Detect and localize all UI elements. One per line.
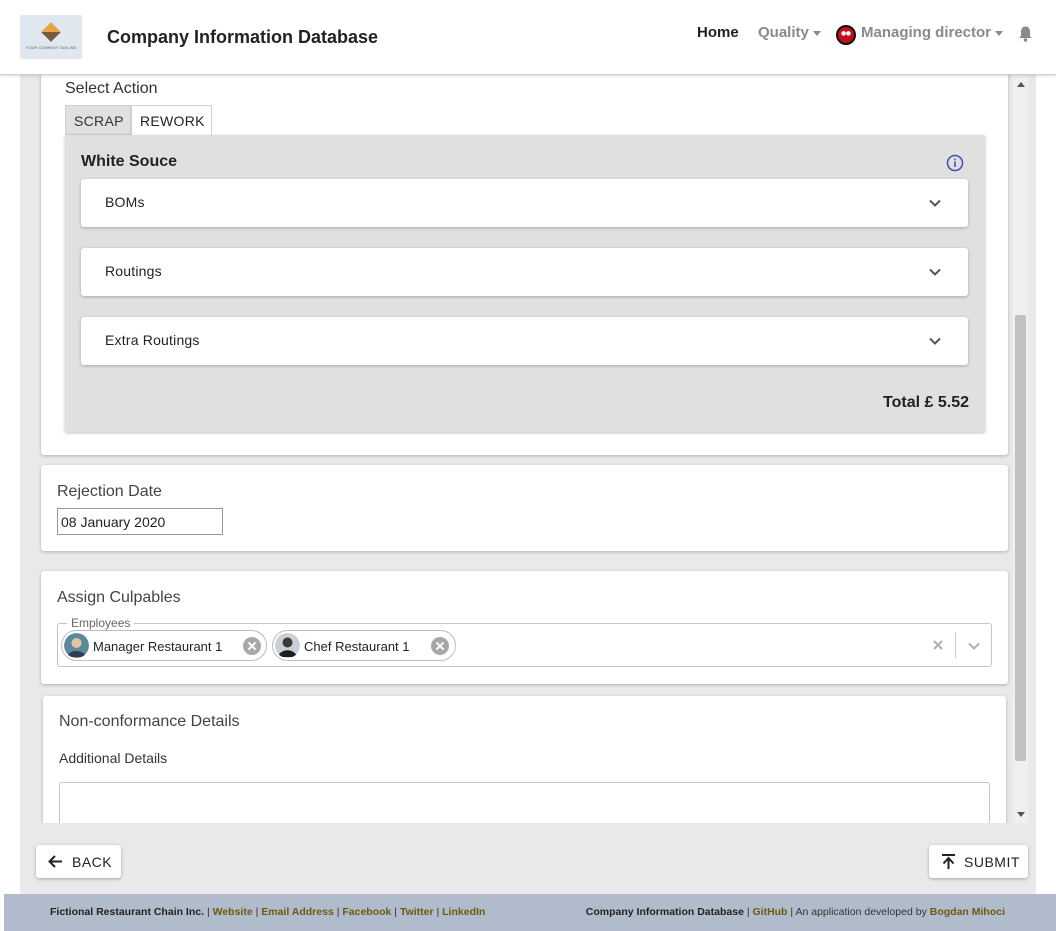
recipe-panel: White Souce BOMs Routings Extra Routings [65, 135, 985, 432]
additional-details-textarea[interactable] [59, 782, 990, 823]
scroll-area[interactable]: Select Action SCRAP REWORK White Souce B… [20, 75, 1013, 823]
footer-link-facebook[interactable]: Facebook [342, 906, 391, 918]
accordion-label: Routings [105, 263, 162, 279]
logo-text: YOUR COMPANY TAGLINE [25, 44, 77, 50]
bell-icon[interactable] [1018, 25, 1033, 42]
footer-link-email[interactable]: Email Address [261, 906, 334, 918]
accordion-routings[interactable]: Routings [81, 248, 968, 296]
footer: Fictional Restaurant Chain Inc. | Websit… [4, 894, 1056, 931]
back-button-label: BACK [72, 854, 113, 870]
assign-culpables-label: Assign Culpables [57, 589, 181, 606]
total-cost: Total £ 5.52 [883, 394, 969, 411]
info-icon[interactable] [946, 154, 964, 172]
footer-developed-by: An application developed by [795, 906, 927, 918]
footer-link-author[interactable]: Bogdan Mihoci [930, 906, 1005, 918]
submit-button-label: SUBMIT [964, 854, 1020, 870]
footer-left: Fictional Restaurant Chain Inc. | Websit… [50, 906, 486, 918]
company-logo[interactable]: YOUR COMPANY TAGLINE [20, 15, 82, 59]
nav-user-label: Managing director [861, 24, 992, 41]
clear-all-icon[interactable] [931, 638, 945, 652]
scroll-down-arrow-icon[interactable] [1017, 812, 1025, 817]
caret-down-icon [812, 30, 821, 36]
rejection-date-label: Rejection Date [57, 483, 162, 500]
submit-button[interactable]: SUBMIT [929, 845, 1028, 878]
footer-link-linkedin[interactable]: LinkedIn [442, 906, 485, 918]
caret-down-icon [995, 30, 1004, 36]
recipe-title: White Souce [81, 153, 178, 170]
app-title: Company Information Database [107, 27, 379, 47]
footer-link-website[interactable]: Website [213, 906, 253, 918]
accordion-extra-routings[interactable]: Extra Routings [81, 317, 968, 365]
assign-culpables-card: Assign Culpables Employees Manager Resta… [41, 571, 1008, 684]
left-edge [0, 75, 4, 931]
nonconformance-card: Non-conformance Details Additional Detai… [43, 696, 1006, 823]
tab-rework[interactable]: REWORK [131, 105, 212, 135]
footer-right: Company Information Database | GitHub | … [585, 906, 1005, 918]
footer-link-twitter[interactable]: Twitter [400, 906, 434, 918]
scrollbar-thumb[interactable] [1015, 315, 1026, 761]
tab-scrap[interactable]: SCRAP [65, 105, 131, 135]
nonconformance-title: Non-conformance Details [59, 713, 240, 730]
footer-link-github[interactable]: GitHub [752, 906, 787, 918]
additional-details-label: Additional Details [59, 750, 168, 766]
employee-avatar [275, 633, 300, 658]
scroll-up-arrow-icon[interactable] [1017, 82, 1025, 87]
chevron-down-icon [929, 268, 941, 276]
employee-chip-label: Chef Restaurant 1 [304, 639, 410, 654]
employees-field-label: Employees [67, 616, 135, 630]
chevron-down-icon [929, 337, 941, 345]
footer-app-name: Company Information Database [585, 906, 744, 918]
main-content: Select Action SCRAP REWORK White Souce B… [20, 75, 1036, 894]
accordion-label: BOMs [105, 194, 145, 210]
action-card: Select Action SCRAP REWORK White Souce B… [41, 75, 1008, 455]
nav-quality-dropdown[interactable]: Quality [758, 24, 821, 41]
logo-mark-icon [41, 21, 61, 42]
chevron-down-icon [929, 199, 941, 207]
divider [955, 632, 956, 658]
nav-user-dropdown[interactable]: Managing director [861, 24, 1004, 41]
employee-chip: Chef Restaurant 1 [272, 630, 456, 661]
nav-home[interactable]: Home [697, 24, 739, 41]
footer-company: Fictional Restaurant Chain Inc. [50, 906, 205, 918]
vertical-scrollbar[interactable] [1013, 75, 1028, 823]
chevron-down-icon[interactable] [967, 639, 981, 653]
top-navbar: YOUR COMPANY TAGLINE Company Information… [0, 0, 1056, 75]
back-button[interactable]: BACK [36, 845, 121, 878]
employee-avatar [64, 633, 89, 658]
nav-quality-label: Quality [758, 24, 809, 41]
upload-icon [942, 854, 955, 869]
accordion-boms[interactable]: BOMs [81, 179, 968, 227]
select-action-label: Select Action [65, 80, 158, 97]
employee-chip: Manager Restaurant 1 [61, 630, 267, 661]
accordion-label: Extra Routings [105, 332, 200, 348]
remove-chip-icon[interactable] [431, 637, 449, 655]
rejection-date-card: Rejection Date [41, 465, 1008, 551]
arrow-left-icon [48, 855, 62, 868]
remove-chip-icon[interactable] [243, 637, 261, 655]
employee-chip-label: Manager Restaurant 1 [93, 639, 223, 654]
user-avatar[interactable] [836, 25, 856, 45]
rejection-date-input[interactable] [57, 508, 223, 535]
employees-multiselect[interactable]: Employees Manager Restaurant 1 Chef Rest… [57, 616, 992, 667]
